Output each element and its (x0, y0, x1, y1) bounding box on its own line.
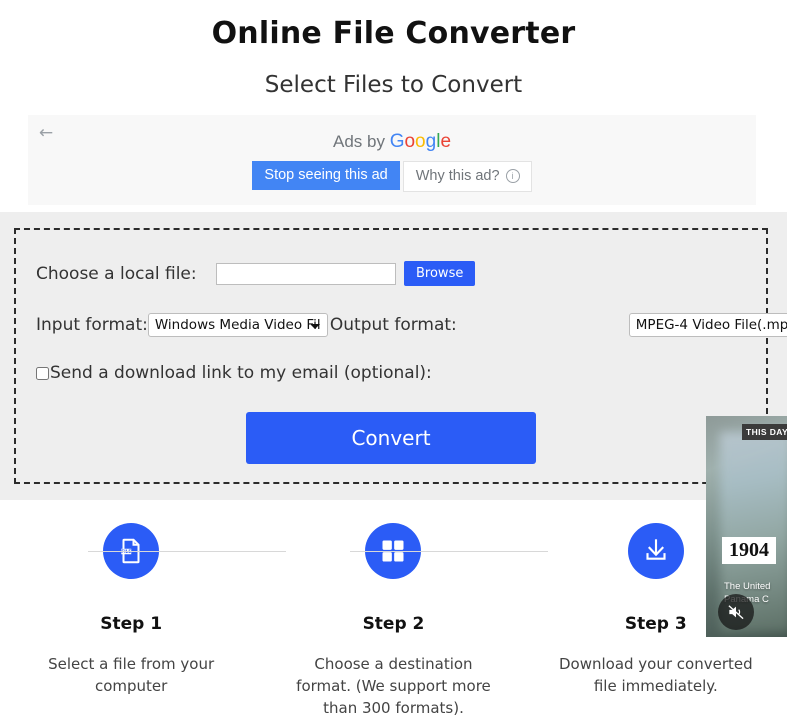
step-title: Step 2 (362, 614, 425, 634)
step-description: Select a file from your computer (48, 655, 215, 695)
email-option-row: Send a download link to my email (option… (36, 363, 432, 383)
input-format-label: Input format: (36, 315, 148, 335)
output-format-select[interactable]: MPEG-4 Video File(.mp4) (628, 313, 787, 337)
video-ad-overlay[interactable]: THIS DAY 1904 The United Panama C (706, 416, 787, 637)
info-icon: i (505, 169, 520, 183)
input-format-select[interactable]: Windows Media Video File(.wmv) (147, 313, 328, 337)
video-caption-line-1: The United (724, 581, 771, 592)
step-description: Download your converted file immediately… (558, 655, 753, 695)
ad-button-group: Stop seeing this ad Why this ad? i (28, 161, 756, 192)
video-tag-label: THIS DAY (742, 424, 787, 440)
step-connector-1 (88, 551, 287, 552)
browse-button[interactable]: Browse (404, 261, 476, 286)
video-year-label: 1904 (722, 537, 776, 564)
choose-local-file-label: Choose a local file: (36, 263, 197, 284)
page-subtitle: Select Files to Convert (264, 72, 523, 98)
step-connector-2 (350, 551, 549, 552)
why-this-ad-button[interactable]: Why this ad? i (402, 161, 532, 192)
local-file-row: Choose a local file: Browse (36, 261, 476, 286)
steps-section: FILE Step 1 Select a file from your comp… (0, 505, 787, 719)
why-this-ad-label: Why this ad? (415, 168, 500, 184)
google-wordmark: Google (389, 131, 452, 152)
step-title: Step 1 (100, 614, 163, 634)
convert-button[interactable]: Convert (246, 412, 536, 464)
convert-button-wrap: Convert (16, 412, 766, 464)
step-item-2: Step 2 Choose a destination format. (We … (265, 505, 549, 719)
step-description: Choose a destination format. (We support… (296, 655, 491, 717)
converter-panel: Choose a local file: Browse Input format… (14, 228, 787, 484)
page-title: Online File Converter (211, 16, 576, 51)
download-arrow-icon (627, 523, 684, 579)
google-ad-banner: ← Ads by Google Stop seeing this ad Why … (28, 115, 756, 205)
stop-seeing-this-ad-button[interactable]: Stop seeing this ad (252, 161, 400, 190)
format-row: Input format: Windows Media Video File(.… (36, 313, 787, 337)
email-link-checkbox[interactable] (36, 366, 49, 380)
output-format-label: Output format: (329, 315, 457, 335)
ads-by-text: Ads by (332, 132, 390, 151)
ads-by-google-label: Ads by Google (28, 131, 756, 153)
email-link-label: Send a download link to my email (option… (50, 363, 432, 383)
file-path-input[interactable] (216, 262, 396, 285)
step-item-1: FILE Step 1 Select a file from your comp… (3, 505, 287, 697)
page-root: Online File Converter Select Files to Co… (0, 0, 787, 725)
speaker-muted-icon[interactable] (718, 594, 754, 630)
